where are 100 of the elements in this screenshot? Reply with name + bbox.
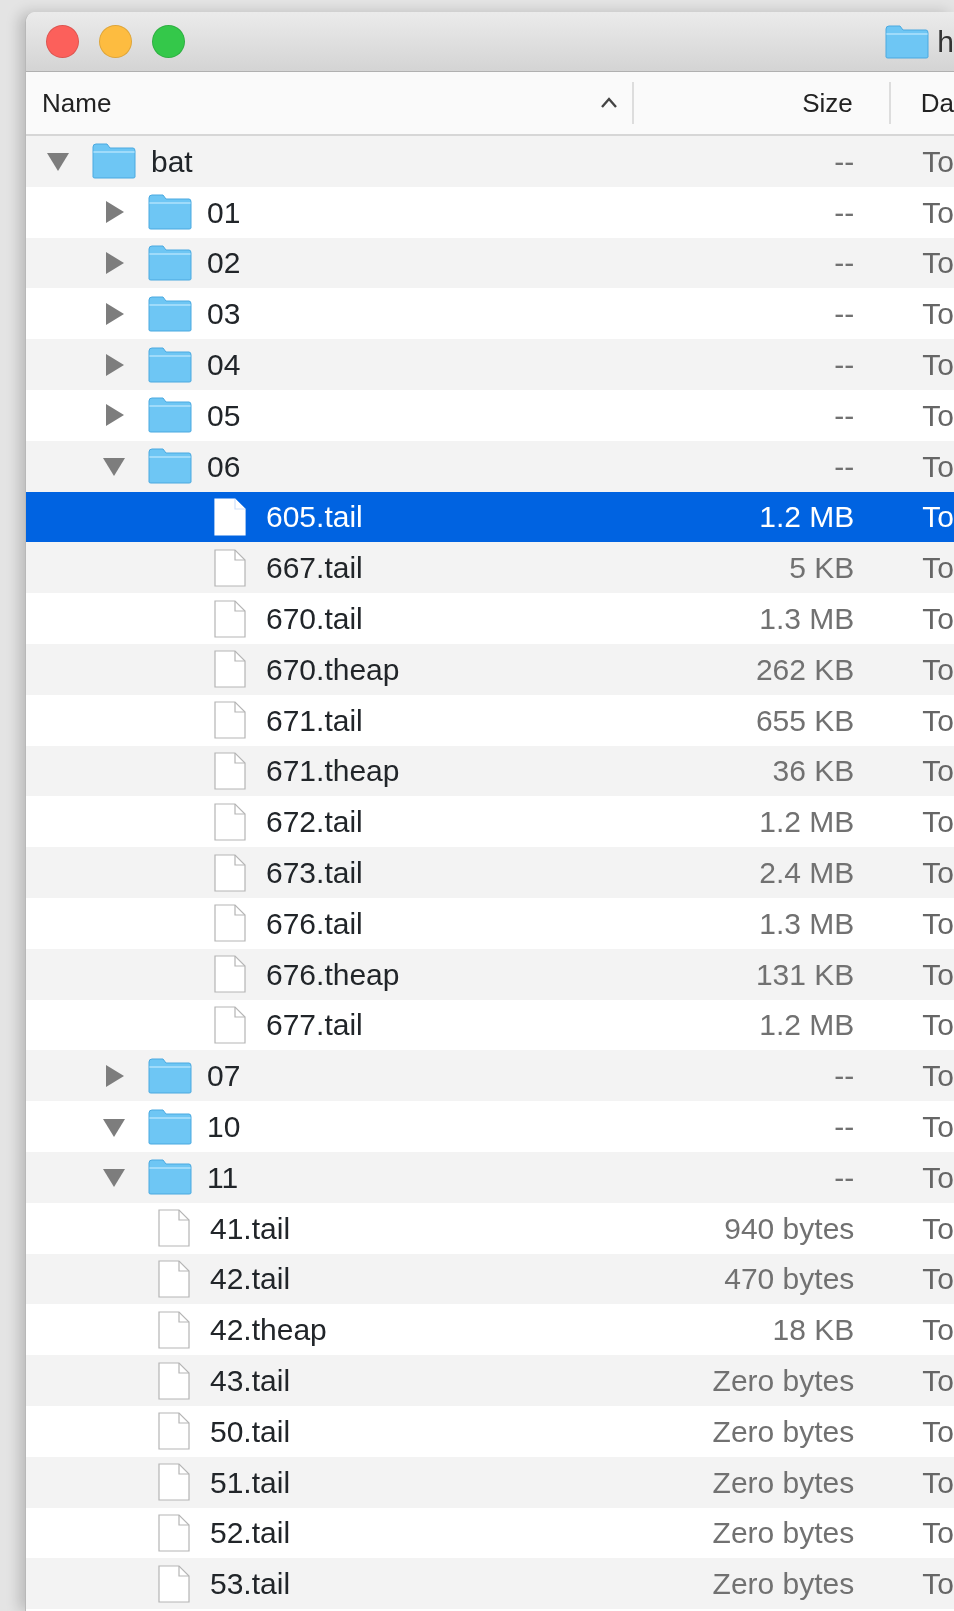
- folder-row[interactable]: 05 -- To: [26, 390, 954, 441]
- file-size: Zero bytes: [712, 1515, 855, 1552]
- file-name: 51.tail: [210, 1464, 291, 1501]
- file-icon: [158, 1209, 190, 1248]
- date-cell: To: [922, 348, 954, 382]
- folder-row[interactable]: 06 -- To: [26, 440, 954, 492]
- file-size: Zero bytes: [712, 1566, 855, 1603]
- file-row[interactable]: 670.theap 262 KB To: [26, 643, 954, 695]
- date-cell: To: [922, 703, 954, 737]
- file-icon: [214, 650, 246, 689]
- file-icon: [214, 548, 246, 587]
- file-icon: [158, 1463, 190, 1502]
- folder-row[interactable]: bat -- To: [26, 136, 954, 187]
- date-cell: To: [922, 449, 954, 483]
- column-header[interactable]: Size: [802, 83, 853, 123]
- file-size: --: [834, 143, 855, 180]
- file-icon: [214, 497, 246, 536]
- date-cell: To: [922, 246, 954, 280]
- file-icon: [214, 904, 246, 943]
- file-icon: [214, 701, 246, 740]
- file-name: 11: [207, 1159, 239, 1196]
- folder-row[interactable]: 04 -- To: [26, 339, 954, 390]
- folder-row[interactable]: 11 -- To: [26, 1151, 954, 1203]
- file-icon: [214, 751, 246, 790]
- file-row[interactable]: 51.tail Zero bytes To: [26, 1456, 954, 1508]
- file-name: 52.tail: [210, 1515, 291, 1552]
- file-row[interactable]: 676.tail 1.3 MB To: [26, 897, 954, 949]
- column-header[interactable]: Name: [42, 83, 112, 123]
- file-name: 53.tail: [210, 1566, 291, 1603]
- file-icon: [158, 1361, 190, 1400]
- file-row[interactable]: 670.tail 1.3 MB To: [26, 593, 954, 644]
- date-cell: To: [922, 551, 954, 585]
- file-row[interactable]: 53.tail Zero bytes To: [26, 1558, 954, 1610]
- file-row[interactable]: 673.tail 2.4 MB To: [26, 847, 954, 898]
- folder-row[interactable]: 10 -- To: [26, 1101, 954, 1152]
- file-name: 676.tail: [266, 905, 363, 942]
- date-cell: To: [922, 1414, 954, 1448]
- file-size: --: [834, 1058, 855, 1095]
- file-row[interactable]: 671.tail 655 KB To: [26, 694, 954, 746]
- file-icon: [158, 1412, 190, 1451]
- date-cell: To: [922, 195, 954, 229]
- file-row[interactable]: 671.theap 36 KB To: [26, 745, 954, 797]
- file-size: 18 KB: [772, 1312, 855, 1349]
- file-size: 940 bytes: [724, 1210, 855, 1247]
- file-size: Zero bytes: [712, 1363, 855, 1399]
- file-name: 01: [207, 194, 241, 231]
- file-name: 43.tail: [210, 1363, 291, 1399]
- folder-icon: [148, 397, 192, 434]
- file-size: --: [834, 347, 855, 384]
- folder-icon: [92, 143, 136, 180]
- folder-row[interactable]: 03 -- To: [26, 288, 954, 340]
- folder-icon: [885, 24, 930, 59]
- file-name: 670.tail: [266, 601, 363, 638]
- file-icon: [158, 1513, 190, 1552]
- file-name: 676.theap: [266, 956, 400, 993]
- file-name: 671.theap: [266, 753, 400, 790]
- file-size: 5 KB: [789, 550, 855, 587]
- file-row[interactable]: 677.tail 1.2 MB To: [26, 999, 954, 1051]
- file-name: bat: [151, 143, 193, 180]
- file-size: --: [834, 397, 855, 434]
- window-control-button[interactable]: [152, 25, 185, 58]
- file-size: 1.3 MB: [759, 905, 855, 942]
- file-row[interactable]: 43.tail Zero bytes To: [26, 1355, 954, 1406]
- file-size: 1.2 MB: [759, 499, 855, 536]
- date-cell: To: [922, 602, 954, 636]
- file-name: 41.tail: [210, 1210, 291, 1247]
- file-size: Zero bytes: [712, 1464, 855, 1501]
- folder-row[interactable]: 02 -- To: [26, 237, 954, 289]
- folder-icon: [148, 1159, 192, 1196]
- date-cell: To: [922, 856, 954, 890]
- column-header[interactable]: Da: [920, 83, 954, 123]
- file-row[interactable]: 605.tail 1.2 MB To: [26, 491, 954, 543]
- file-row[interactable]: 50.tail Zero bytes To: [26, 1405, 954, 1457]
- folder-icon: [148, 295, 192, 332]
- file-row[interactable]: 42.tail 470 bytes To: [26, 1253, 954, 1305]
- file-row[interactable]: 42.theap 18 KB To: [26, 1304, 954, 1356]
- file-row[interactable]: 672.tail 1.2 MB To: [26, 796, 954, 848]
- file-row[interactable]: 676.theap 131 KB To: [26, 948, 954, 1000]
- file-row[interactable]: 52.tail Zero bytes To: [26, 1507, 954, 1559]
- file-name: 673.tail: [266, 855, 363, 892]
- date-cell: To: [922, 500, 954, 534]
- window-control-button[interactable]: [46, 25, 79, 58]
- folder-icon: [148, 448, 192, 485]
- file-row[interactable]: 41.tail 940 bytes To: [26, 1202, 954, 1254]
- file-row[interactable]: 667.tail 5 KB To: [26, 542, 954, 594]
- file-name: 605.tail: [266, 499, 363, 536]
- date-cell: To: [922, 1110, 954, 1144]
- file-size: 1.2 MB: [759, 804, 855, 841]
- date-cell: To: [922, 1262, 954, 1296]
- folder-row[interactable]: 07 -- To: [26, 1050, 954, 1102]
- date-cell: To: [922, 805, 954, 839]
- file-icon: [214, 802, 246, 841]
- file-name: 671.tail: [266, 702, 363, 739]
- file-name: 677.tail: [266, 1007, 363, 1044]
- file-icon: [214, 1005, 246, 1044]
- file-size: --: [834, 1109, 855, 1146]
- folder-icon: [148, 245, 192, 281]
- folder-row[interactable]: 01 -- To: [26, 186, 954, 238]
- date-cell: To: [922, 1364, 954, 1397]
- file-name: 42.tail: [210, 1261, 291, 1298]
